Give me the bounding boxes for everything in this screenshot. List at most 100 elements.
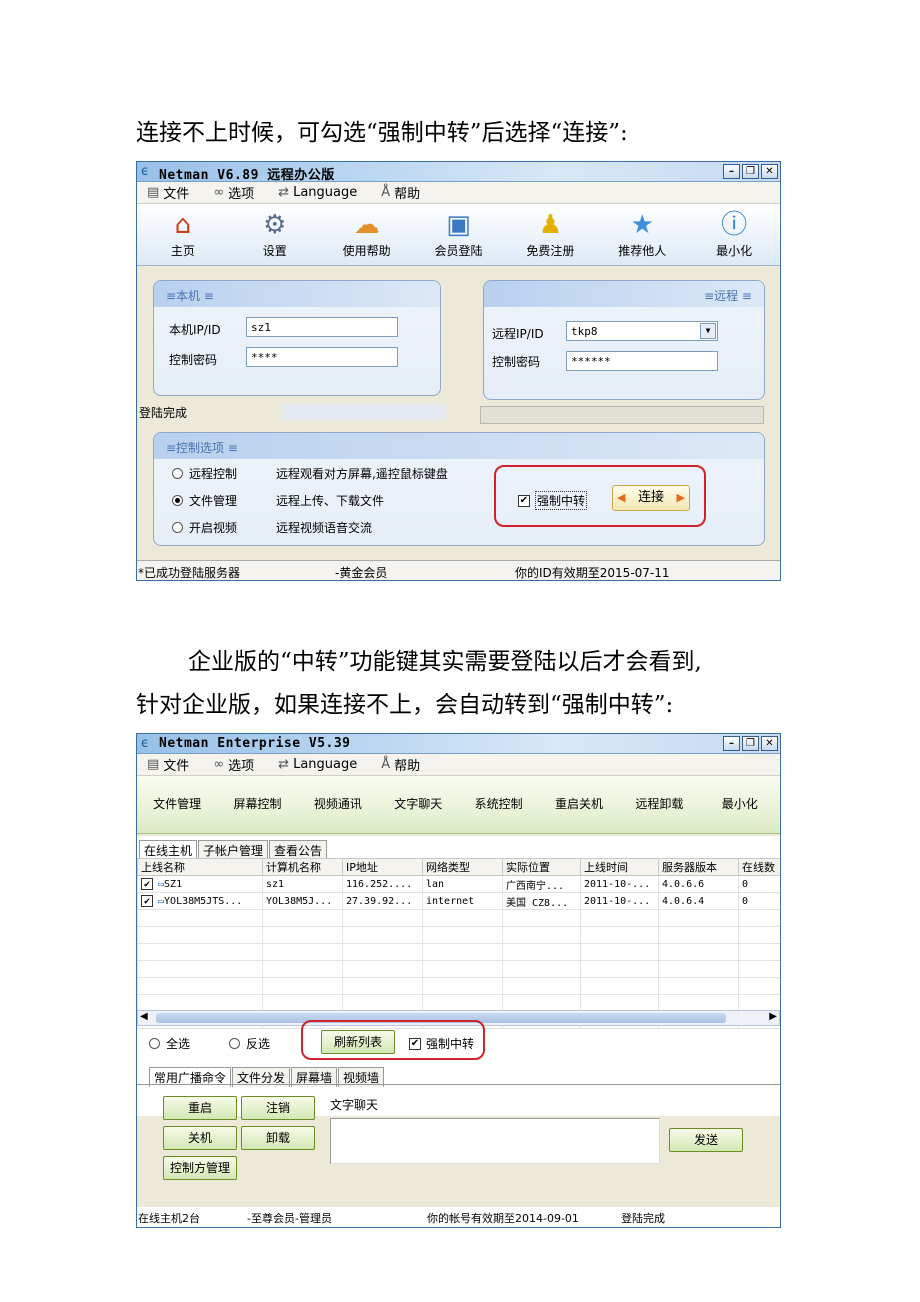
chat-input[interactable] (330, 1118, 660, 1164)
local-panel: ≡本机 ≡ 本机IP/ID sz1 控制密码 **** (153, 280, 441, 396)
status-bar: *已成功登陆服务器 -黄金会员 你的ID有效期至2015-07-11 (137, 560, 780, 580)
checkmark-icon[interactable]: ✔ (141, 878, 153, 890)
table-cell: 2011-10-... (580, 892, 659, 910)
local-password-field[interactable]: **** (246, 347, 398, 367)
menu-bar: ▤ 文件 ∞ 选项 ⇄ Language Å 帮助 (137, 182, 780, 204)
option-video[interactable]: 开启视频 (172, 519, 237, 536)
menu-bar: ▤ 文件 ∞ 选项 ⇄ Language Å 帮助 (137, 754, 780, 776)
toolbar-file-manage[interactable]: 文件管理 (137, 776, 217, 833)
toolbar-text-chat[interactable]: 文字聊天 (378, 776, 458, 833)
netman-v689-window: ϵ Netman V6.89 远程办公版 – ❐ ✕ ▤ 文件 ∞ 选项 ⇄ Lang… (136, 161, 781, 581)
home-icon: ⌂ (174, 210, 192, 240)
tab-divider (137, 1084, 780, 1085)
column-header[interactable]: 网络类型 (422, 858, 503, 876)
remote-password-field[interactable]: ****** (566, 351, 718, 371)
table-row (137, 977, 780, 995)
dropdown-arrow-icon[interactable]: ▼ (700, 323, 716, 339)
send-button[interactable]: 发送 (669, 1128, 743, 1152)
remote-ip-field[interactable]: tkp8 ▼ (566, 321, 718, 341)
toolbar-help-button[interactable]: ☁ 使用帮助 (321, 204, 413, 265)
file-icon: ▤ (147, 185, 160, 200)
option-remote-control[interactable]: 远程控制 (172, 465, 237, 482)
toolbar-settings-button[interactable]: ⚙ 设置 (229, 204, 321, 265)
local-ip-field[interactable]: sz1 (246, 317, 398, 337)
toolbar-remote-uninstall[interactable]: 远程卸载 (619, 776, 699, 833)
toolbar-login-button[interactable]: ▣ 会员登陆 (413, 204, 505, 265)
remote-control-radio[interactable] (172, 468, 183, 479)
tab-sub-accounts[interactable]: 子帐户管理 (198, 840, 269, 860)
close-button[interactable]: ✕ (761, 164, 778, 179)
login-progress-area (281, 404, 446, 420)
menu-help[interactable]: Å 帮助 (381, 183, 420, 202)
minimize-button[interactable]: – (723, 736, 740, 751)
toolbar-register-button[interactable]: ♟ 免费注册 (504, 204, 596, 265)
intro-paragraph: 连接不上时候，可勾选“强制中转”后选择“连接”: (136, 120, 628, 146)
status-expiry: 你的ID有效期至2015-07-11 (515, 566, 670, 580)
video-radio[interactable] (172, 522, 183, 533)
minimize-button[interactable]: – (723, 164, 740, 179)
menu-options[interactable]: ∞ 选项 (213, 183, 254, 202)
table-cell: ✔ ▭YOL38M5JTS... (137, 892, 263, 910)
status-server: *已成功登陆服务器 (138, 566, 241, 580)
toolbar-minimize[interactable]: 最小化 (700, 776, 780, 833)
column-header[interactable]: 实际位置 (502, 858, 581, 876)
select-all-radio[interactable]: 全选 (149, 1035, 190, 1052)
file-manage-radio[interactable] (172, 495, 183, 506)
file-manage-desc: 远程上传、下载文件 (276, 494, 385, 508)
tab-announcements[interactable]: 查看公告 (269, 840, 328, 860)
column-header[interactable]: 上线时间 (580, 858, 659, 876)
scroll-left-icon[interactable]: ◀ (140, 1011, 148, 1022)
controller-manage-button[interactable]: 控制方管理 (163, 1156, 237, 1180)
toolbar-screen-control[interactable]: 屏幕控制 (217, 776, 297, 833)
login-status-text: 登陆完成 (139, 406, 188, 420)
restart-button[interactable]: 重启 (163, 1096, 237, 1120)
toolbar-recommend-button[interactable]: ★ 推荐他人 (596, 204, 688, 265)
menu-language[interactable]: ⇄ Language (278, 185, 357, 200)
column-header[interactable]: 计算机名称 (262, 858, 343, 876)
netman-enterprise-window: ϵ Netman Enterprise V5.39 – ❐ ✕ ▤ 文件 ∞ 选项 … (136, 733, 781, 1228)
checkmark-icon[interactable]: ✔ (141, 895, 153, 907)
feature-toolbar: 文件管理 屏幕控制 视频通讯 文字聊天 系统控制 重启关机 远程卸载 最小化 (137, 776, 780, 834)
uninstall-button[interactable]: 卸载 (241, 1126, 315, 1150)
column-header[interactable]: 服务器版本 (658, 858, 739, 876)
toolbar-restart-shutdown[interactable]: 重启关机 (539, 776, 619, 833)
local-password-label: 控制密码 (169, 353, 218, 367)
logout-button[interactable]: 注销 (241, 1096, 315, 1120)
close-button[interactable]: ✕ (761, 736, 778, 751)
menu-file[interactable]: ▤ 文件 (147, 183, 189, 202)
star-icon: ★ (630, 210, 654, 240)
toolbar-video[interactable]: 视频通讯 (298, 776, 378, 833)
option-file-manage[interactable]: 文件管理 (172, 492, 237, 509)
local-ip-label: 本机IP/ID (169, 323, 221, 337)
menu-help[interactable]: Å 帮助 (381, 755, 420, 774)
enterprise-paragraph-line1: 企业版的“中转”功能键其实需要登陆以后才会看到, (188, 649, 702, 675)
table-row[interactable]: ✔ ▭SZ1 sz1 116.252.... lan 广西南宁... 2011-1… (137, 875, 780, 893)
table-cell: ✔ ▭SZ1 (137, 875, 263, 893)
host-table: 上线名称 计算机名称 IP地址 网络类型 实际位置 上线时间 服务器版本 在线数… (137, 858, 780, 1029)
window-title: Netman V6.89 远程办公版 (159, 168, 335, 183)
restore-button[interactable]: ❐ (742, 164, 759, 179)
remote-password-label: 控制密码 (492, 355, 541, 369)
table-row[interactable]: ✔ ▭YOL38M5JTS... YOL38M5J... 27.39.92... … (137, 892, 780, 910)
menu-options[interactable]: ∞ 选项 (213, 755, 254, 774)
menu-file[interactable]: ▤ 文件 (147, 755, 189, 774)
toolbar-system-control[interactable]: 系统控制 (459, 776, 539, 833)
enterprise-paragraph-line2: 针对企业版，如果连接不上，会自动转到“强制中转”: (136, 692, 674, 718)
toolbar-minimize-button[interactable]: ⓘ 最小化 (688, 204, 780, 265)
column-header[interactable]: IP地址 (342, 858, 423, 876)
tab-online-hosts[interactable]: 在线主机 (139, 840, 198, 860)
menu-language[interactable]: ⇄ Language (278, 757, 357, 772)
column-header[interactable]: 在线数 (738, 858, 780, 876)
restore-button[interactable]: ❐ (742, 736, 759, 751)
table-cell: internet (422, 892, 503, 910)
scroll-right-icon[interactable]: ▶ (769, 1011, 777, 1022)
toolbar-home-button[interactable]: ⌂ 主页 (137, 204, 229, 265)
invert-select-radio[interactable]: 反选 (229, 1035, 270, 1052)
table-cell: 0 (738, 892, 780, 910)
control-options-panel: ≡控制选项 ≡ 远程控制 远程观看对方屏幕,遥控鼠标键盘 文件管理 远程上传、下… (153, 432, 765, 546)
options-icon: ∞ (213, 185, 225, 200)
local-panel-header: ≡本机 ≡ (154, 281, 440, 307)
column-header[interactable]: 上线名称 (137, 858, 263, 876)
main-toolbar: ⌂ 主页 ⚙ 设置 ☁ 使用帮助 ▣ 会员登陆 ♟ 免费注册 ★ 推荐他人 ⓘ 最小化 (137, 204, 780, 266)
shutdown-button[interactable]: 关机 (163, 1126, 237, 1150)
